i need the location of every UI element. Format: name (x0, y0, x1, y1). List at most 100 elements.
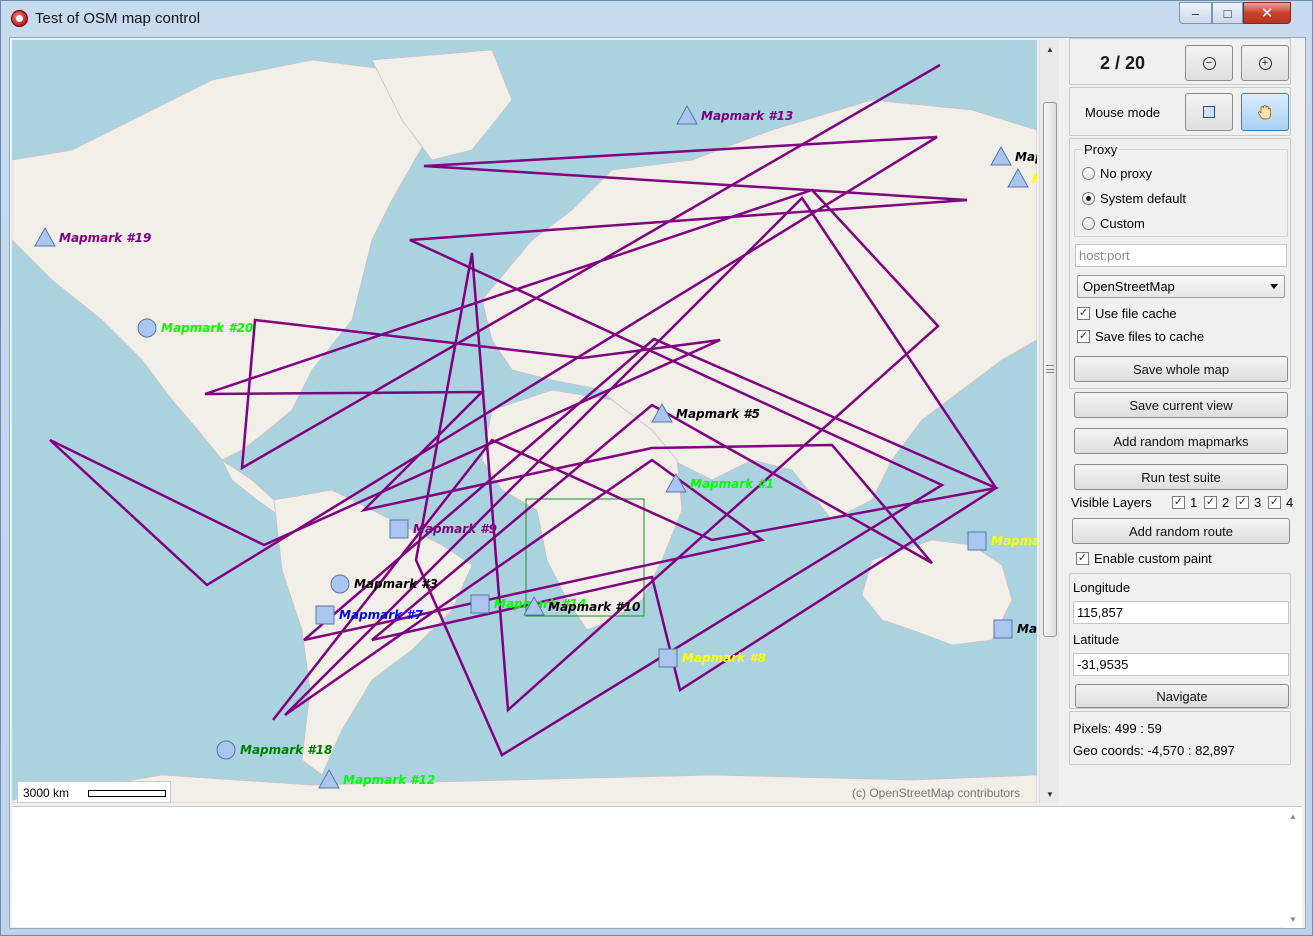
actions-group: Save whole map Save current view Add ran… (1069, 350, 1293, 571)
layer-4-checkbox[interactable]: ✓ 4 (1268, 495, 1293, 510)
scroll-thumb[interactable] (1043, 102, 1057, 637)
layer-1-label: 1 (1190, 495, 1198, 510)
mapmark-square-icon (993, 619, 1013, 639)
mapmark[interactable]: Mapmark #9 (389, 519, 497, 539)
north-america (12, 59, 433, 461)
latitude-label: Latitude (1073, 632, 1120, 647)
enable-custom-paint-check[interactable]: ✓ (1076, 552, 1089, 565)
mapmark-label: Mapmark #18 (240, 743, 332, 757)
layer-2-label: 2 (1222, 495, 1230, 510)
layer-1-check[interactable]: ✓ (1172, 496, 1185, 509)
use-file-cache-checkbox[interactable]: ✓ Use file cache (1077, 306, 1177, 321)
zoom-out-button[interactable]: − (1185, 45, 1233, 81)
proxy-option-system-default[interactable]: System default (1082, 191, 1186, 206)
radio-none[interactable] (1082, 167, 1095, 180)
pixels-readout: Pixels: 499 : 59 (1073, 721, 1162, 736)
layer-1-checkbox[interactable]: ✓ 1 (1172, 495, 1197, 510)
layer-2-check[interactable]: ✓ (1204, 496, 1217, 509)
tile-source-select[interactable]: OpenStreetMap (1077, 275, 1285, 298)
mapmark-label: Mapmark #20 (161, 321, 253, 335)
maximize-button[interactable]: □ (1212, 2, 1243, 24)
mapmark-square-icon (967, 531, 987, 551)
mapmark-label: Mapmark #13 (701, 109, 793, 123)
map-attribution: (c) OpenStreetMap contributors (852, 786, 1021, 800)
zoom-in-button[interactable]: + (1241, 45, 1289, 81)
mapmark[interactable]: Mapmark #12 (318, 768, 435, 789)
minimize-button[interactable]: – (1179, 2, 1212, 24)
radio-system-default[interactable] (1082, 192, 1095, 205)
mouse-mode-select-button[interactable] (1185, 93, 1233, 131)
mapmark-triangle-icon (676, 104, 698, 125)
log-vertical-scrollbar[interactable]: ▲ ▼ (1284, 807, 1302, 928)
close-button[interactable]: ✕ (1243, 2, 1291, 24)
save-whole-map-button[interactable]: Save whole map (1074, 356, 1288, 382)
longitude-input[interactable]: 115,857 (1073, 601, 1289, 624)
use-file-cache-check[interactable]: ✓ (1077, 307, 1090, 320)
mapmark-square-icon (389, 519, 409, 539)
map-vertical-scrollbar[interactable]: ▲ ▼ (1039, 40, 1059, 803)
mapmark[interactable]: Mapmark #18 (216, 740, 332, 760)
save-files-to-cache-label: Save files to cache (1095, 329, 1205, 344)
proxy-option-none[interactable]: No proxy (1082, 166, 1152, 181)
save-files-to-cache-checkbox[interactable]: ✓ Save files to cache (1077, 329, 1204, 344)
log-scroll-down-arrow[interactable]: ▼ (1284, 912, 1302, 926)
mouse-mode-pan-button[interactable] (1241, 93, 1289, 131)
visible-layers-label: Visible Layers (1071, 495, 1152, 510)
mapmark[interactable]: Mapmark #3 (330, 574, 438, 594)
zoom-level: 2 / 20 (1100, 53, 1146, 73)
enable-custom-paint-label: Enable custom paint (1094, 551, 1212, 566)
mapmark-label: Mapmark #10 (548, 600, 640, 614)
mapmark-square-icon (470, 594, 490, 614)
latitude-input[interactable]: -31,9535 (1073, 653, 1289, 676)
mapmark-square-icon (658, 648, 678, 668)
mapmark[interactable]: Mapmark #7 (315, 605, 424, 625)
log-output-area[interactable]: ▲ ▼ (12, 806, 1302, 928)
scale-label: 3000 km (23, 786, 70, 800)
layer-3-label: 3 (1254, 495, 1262, 510)
log-scroll-up-arrow[interactable]: ▲ (1284, 809, 1302, 823)
proxy-option-custom-label: Custom (1100, 216, 1145, 231)
australia (861, 539, 1013, 646)
layer-3-checkbox[interactable]: ✓ 3 (1236, 495, 1261, 510)
add-random-route-button[interactable]: Add random route (1072, 518, 1290, 544)
rectangle-select-icon (1203, 106, 1215, 118)
layer-3-check[interactable]: ✓ (1236, 496, 1249, 509)
mapmark-label: Map (1017, 622, 1037, 636)
client-area: Mapmark #13 Mapmark #19 Mapmark #20 Mapmark… (9, 37, 1306, 929)
mapmark[interactable]: Mapmark #8 (658, 648, 766, 668)
scale-ruler (88, 790, 166, 797)
mapmark-circle-icon (216, 740, 236, 760)
mapmark[interactable]: Map (993, 619, 1037, 639)
layer-2-checkbox[interactable]: ✓ 2 (1204, 495, 1229, 510)
save-current-view-button[interactable]: Save current view (1074, 392, 1288, 418)
map-canvas: Mapmark #13 Mapmark #19 Mapmark #20 Mapmark… (12, 49, 1037, 803)
mapmark[interactable]: Mapma (967, 531, 1037, 551)
app-window: Test of OSM map control – □ ✕ Mapmark #1… (0, 0, 1313, 936)
proxy-host-input[interactable]: host:port (1075, 244, 1287, 267)
proxy-legend: Proxy (1082, 142, 1120, 157)
navigate-button[interactable]: Navigate (1075, 684, 1289, 708)
mapmark-label: Mapmark #9 (413, 522, 497, 536)
mapmark[interactable]: Mapmark #13 (676, 104, 793, 125)
proxy-option-none-label: No proxy (1100, 166, 1153, 181)
layer-4-check[interactable]: ✓ (1268, 496, 1281, 509)
map-view[interactable]: Mapmark #13 Mapmark #19 Mapmark #20 Mapmark… (12, 40, 1037, 803)
save-files-to-cache-check[interactable]: ✓ (1077, 330, 1090, 343)
scroll-up-arrow[interactable]: ▲ (1040, 40, 1060, 58)
mapmark-circle-icon (330, 574, 350, 594)
title-bar[interactable]: Test of OSM map control – □ ✕ (1, 1, 1312, 35)
control-panel: 2 / 20 − + Mouse mode Proxy No proxy Sys… (1069, 38, 1293, 808)
mouse-mode-label: Mouse mode (1085, 105, 1161, 120)
scroll-down-arrow[interactable]: ▼ (1040, 785, 1060, 803)
add-random-mapmarks-button[interactable]: Add random mapmarks (1074, 428, 1288, 454)
radio-custom[interactable] (1082, 217, 1095, 230)
navigate-group: Longitude 115,857 Latitude -31,9535 Navi… (1069, 573, 1291, 709)
mapmark-label: Mapmark #8 (682, 651, 766, 665)
enable-custom-paint-checkbox[interactable]: ✓ Enable custom paint (1076, 551, 1212, 566)
geo-coords-readout: Geo coords: -4,570 : 82,897 (1073, 743, 1235, 758)
mapmark-label: Mapma (991, 534, 1037, 548)
proxy-option-custom[interactable]: Custom (1082, 216, 1145, 231)
mapmark-label: Mapmark #12 (343, 773, 435, 787)
run-test-suite-button[interactable]: Run test suite (1074, 464, 1288, 490)
mouse-mode-group: Mouse mode (1069, 87, 1291, 136)
